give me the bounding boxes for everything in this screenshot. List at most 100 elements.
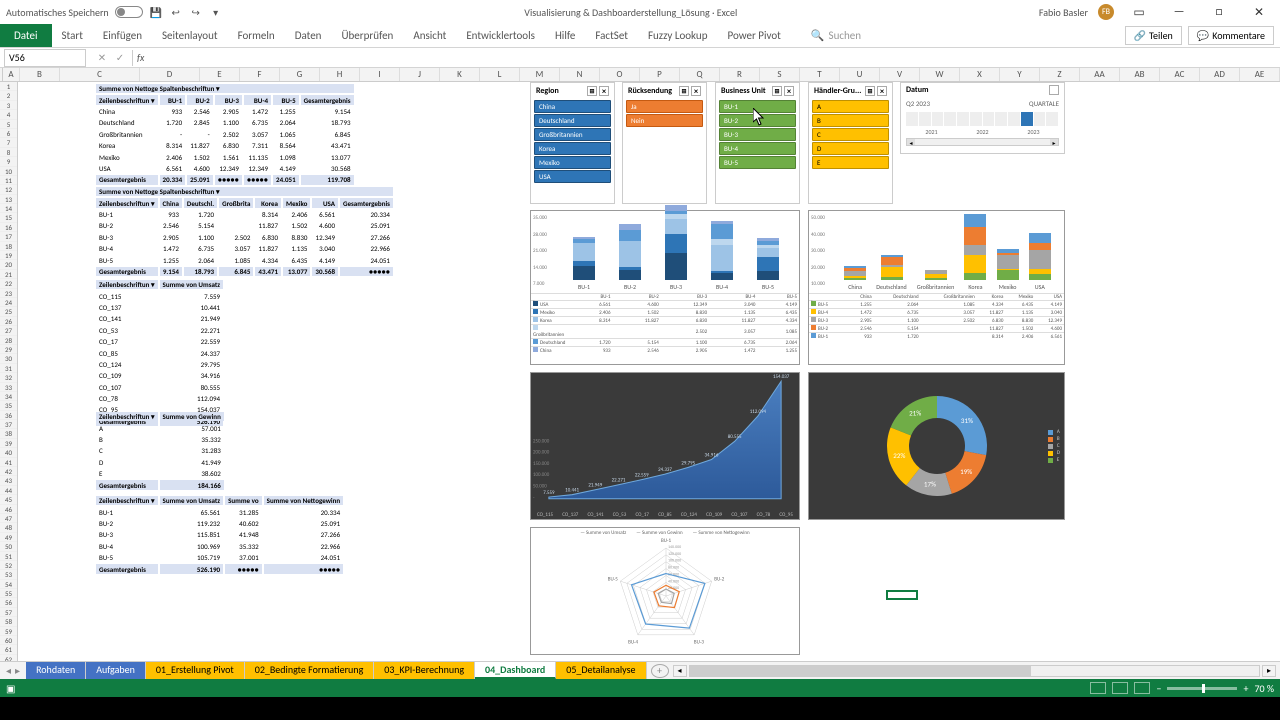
slicer-item[interactable]: D <box>812 142 889 155</box>
sheet-tab[interactable]: 01_Erstellung Pivot <box>146 662 245 679</box>
tell-me-search[interactable]: 🔍 Suchen <box>811 29 861 42</box>
slicer-handler-gruppe[interactable]: Händler-Gru...⊞⨯ ABCDE <box>808 82 893 204</box>
sheet-tab[interactable]: 05_Detailanalyse <box>556 662 646 679</box>
pivot-umsatz-by-co[interactable]: Zeilenbeschriftun ▾Summe von UmsatzCO_11… <box>94 278 225 428</box>
macro-record-icon[interactable]: ▣ <box>6 682 15 695</box>
enter-formula-icon[interactable]: ✓ <box>112 50 128 66</box>
zoom-out-icon[interactable]: − <box>1156 682 1161 695</box>
view-page-break-icon[interactable] <box>1134 682 1150 694</box>
tab-nav[interactable]: ◂▸ <box>0 664 26 677</box>
chart-stacked-by-region[interactable]: 50.00040.00030.00020.00010.000- ChinaDeu… <box>808 210 1065 365</box>
zoom-slider[interactable] <box>1167 687 1237 690</box>
hscroll-left[interactable]: ◂ <box>673 665 687 677</box>
worksheet-grid[interactable]: Summe von Nettoge Spaltenbeschriftun ▾Ze… <box>18 82 1280 661</box>
slicer-rucksendung[interactable]: Rücksendung⊞⨯ JaNein <box>622 82 707 204</box>
ribbon-display-icon[interactable]: ▭ <box>1124 2 1154 22</box>
svg-text:250.000: 250.000 <box>533 438 550 444</box>
formula-input[interactable] <box>148 49 1280 67</box>
slicer-item[interactable]: A <box>812 100 889 113</box>
tab-seitenlayout[interactable]: Seitenlayout <box>152 24 228 47</box>
chart-radar-summary[interactable]: — Summe von Umsatz— Summe von Gewinn— Su… <box>530 527 800 655</box>
qat-customize-icon[interactable]: ▾ <box>209 5 223 19</box>
close-icon[interactable]: ✕ <box>1244 2 1274 22</box>
pivot-summary-by-bu[interactable]: Zeilenbeschriftun ▾Summe von UmsatzSumme… <box>94 494 345 576</box>
slicer-clear-icon[interactable]: ⨯ <box>877 86 887 96</box>
fx-icon[interactable]: fx <box>133 51 148 64</box>
chart-stacked-by-bu[interactable]: 35.00028.00021.00014.0007.000- BU-1BU-2B… <box>530 210 800 365</box>
slicer-item[interactable]: USA <box>534 170 611 183</box>
slicer-item[interactable]: BU-5 <box>719 156 796 169</box>
zoom-level[interactable]: 70 % <box>1254 682 1274 695</box>
sheet-tab[interactable]: 04_Dashboard <box>475 662 556 679</box>
view-page-layout-icon[interactable] <box>1112 682 1128 694</box>
pivot-bu-by-region[interactable]: Summe von Nettoge Spaltenbeschriftun ▾Ze… <box>94 185 395 278</box>
slicer-multiselect-icon[interactable]: ⊞ <box>865 86 875 96</box>
tab-entwicklertools[interactable]: Entwicklertools <box>456 24 545 47</box>
tab-datei[interactable]: Datei <box>0 24 52 47</box>
column-headers[interactable]: ABCDEFGHIJKLMNOPQRSTUVWXYZAAABACADAE <box>0 68 1280 82</box>
slicer-item[interactable]: Großbritannien <box>534 128 611 141</box>
slicer-item[interactable]: China <box>534 100 611 113</box>
comments-button[interactable]: 💬Kommentare <box>1188 26 1274 45</box>
slicer-clear-icon[interactable]: ⨯ <box>691 86 701 96</box>
slicer-item[interactable]: E <box>812 156 889 169</box>
name-box[interactable] <box>4 49 86 67</box>
slicer-item[interactable]: Korea <box>534 142 611 155</box>
hscroll-right[interactable]: ▸ <box>1262 665 1276 677</box>
zoom-in-icon[interactable]: + <box>1243 682 1248 695</box>
slicer-multiselect-icon[interactable]: ⊞ <box>679 86 689 96</box>
row-headers[interactable]: 1234567891011121314151617181920212223242… <box>0 82 18 661</box>
user-avatar[interactable]: FB <box>1098 4 1114 20</box>
slicer-region[interactable]: Region⊞⨯ ChinaDeutschlandGroßbritannienK… <box>530 82 615 204</box>
slicer-multiselect-icon[interactable]: ⊞ <box>772 86 782 96</box>
tab-hilfe[interactable]: Hilfe <box>545 24 585 47</box>
slicer-item[interactable]: Ja <box>626 100 703 113</box>
slicer-item[interactable]: B <box>812 114 889 127</box>
slicer-clear-icon[interactable]: ⨯ <box>599 86 609 96</box>
slicer-item[interactable]: C <box>812 128 889 141</box>
slicer-multiselect-icon[interactable]: ⊞ <box>587 86 597 96</box>
slicer-item[interactable]: Deutschland <box>534 114 611 127</box>
share-button[interactable]: 🔗Teilen <box>1125 26 1182 45</box>
tab-start[interactable]: Start <box>52 24 93 47</box>
cancel-formula-icon[interactable]: ✕ <box>94 50 110 66</box>
sheet-tab[interactable]: Rohdaten <box>26 662 86 679</box>
add-sheet-button[interactable]: + <box>651 664 669 678</box>
hscroll-track[interactable] <box>689 665 1261 677</box>
chart-area-umsatz[interactable]: 7.55910.44121.94922.27122.55924.33729.79… <box>530 372 800 520</box>
redo-icon[interactable]: ↪ <box>189 5 203 19</box>
timeline-datum[interactable]: Datum Q2 2023QUARTALE 202120222023 ◂▸ <box>900 82 1065 154</box>
slicer-item[interactable]: BU-2 <box>719 114 796 127</box>
tab-ansicht[interactable]: Ansicht <box>403 24 456 47</box>
sheet-tab[interactable]: 02_Bedingte Formatierung <box>245 662 375 679</box>
tab-factset[interactable]: FactSet <box>585 24 638 47</box>
slicer-clear-icon[interactable]: ⨯ <box>784 86 794 96</box>
autosave-label: Automatisches Speichern <box>6 6 109 19</box>
sheet-tab[interactable]: 03_KPI-Berechnung <box>374 662 475 679</box>
slicer-business-unit[interactable]: Business Unit⊞⨯ BU-1BU-2BU-3BU-4BU-5 <box>715 82 800 204</box>
view-normal-icon[interactable] <box>1090 682 1106 694</box>
chart-donut-gewinn[interactable]: 31%19%17%22%21% ABCDE <box>808 372 1065 520</box>
minimize-icon[interactable]: — <box>1164 2 1194 22</box>
tab-formeln[interactable]: Formeln <box>228 24 285 47</box>
tab-uberprufen[interactable]: Überprüfen <box>331 24 403 47</box>
slicer-item[interactable]: BU-1 <box>719 100 796 113</box>
sheet-tab-strip: ◂▸ RohdatenAufgaben01_Erstellung Pivot02… <box>0 661 1280 679</box>
autosave-toggle[interactable] <box>115 6 143 18</box>
maximize-icon[interactable]: □ <box>1204 2 1234 22</box>
sheet-tab[interactable]: Aufgaben <box>86 662 146 679</box>
slicer-item[interactable]: BU-4 <box>719 142 796 155</box>
save-icon[interactable]: 💾 <box>149 5 163 19</box>
undo-icon[interactable]: ↩ <box>169 5 183 19</box>
slicer-item[interactable]: BU-3 <box>719 128 796 141</box>
pivot-region-by-bu[interactable]: Summe von Nettoge Spaltenbeschriftun ▾Ze… <box>94 82 356 187</box>
slicer-item[interactable]: Mexiko <box>534 156 611 169</box>
tab-daten[interactable]: Daten <box>285 24 332 47</box>
tab-einfugen[interactable]: Einfügen <box>93 24 152 47</box>
timeline-clear-icon[interactable] <box>1049 85 1059 95</box>
pivot-gewinn-by-group[interactable]: Zeilenbeschriftun ▾Summe von GewinnA57.0… <box>94 410 226 492</box>
tab-fuzzy-lookup[interactable]: Fuzzy Lookup <box>638 24 718 47</box>
tab-power-pivot[interactable]: Power Pivot <box>717 24 790 47</box>
slicer-item[interactable]: Nein <box>626 114 703 127</box>
user-name[interactable]: Fabio Basler <box>1039 6 1088 19</box>
